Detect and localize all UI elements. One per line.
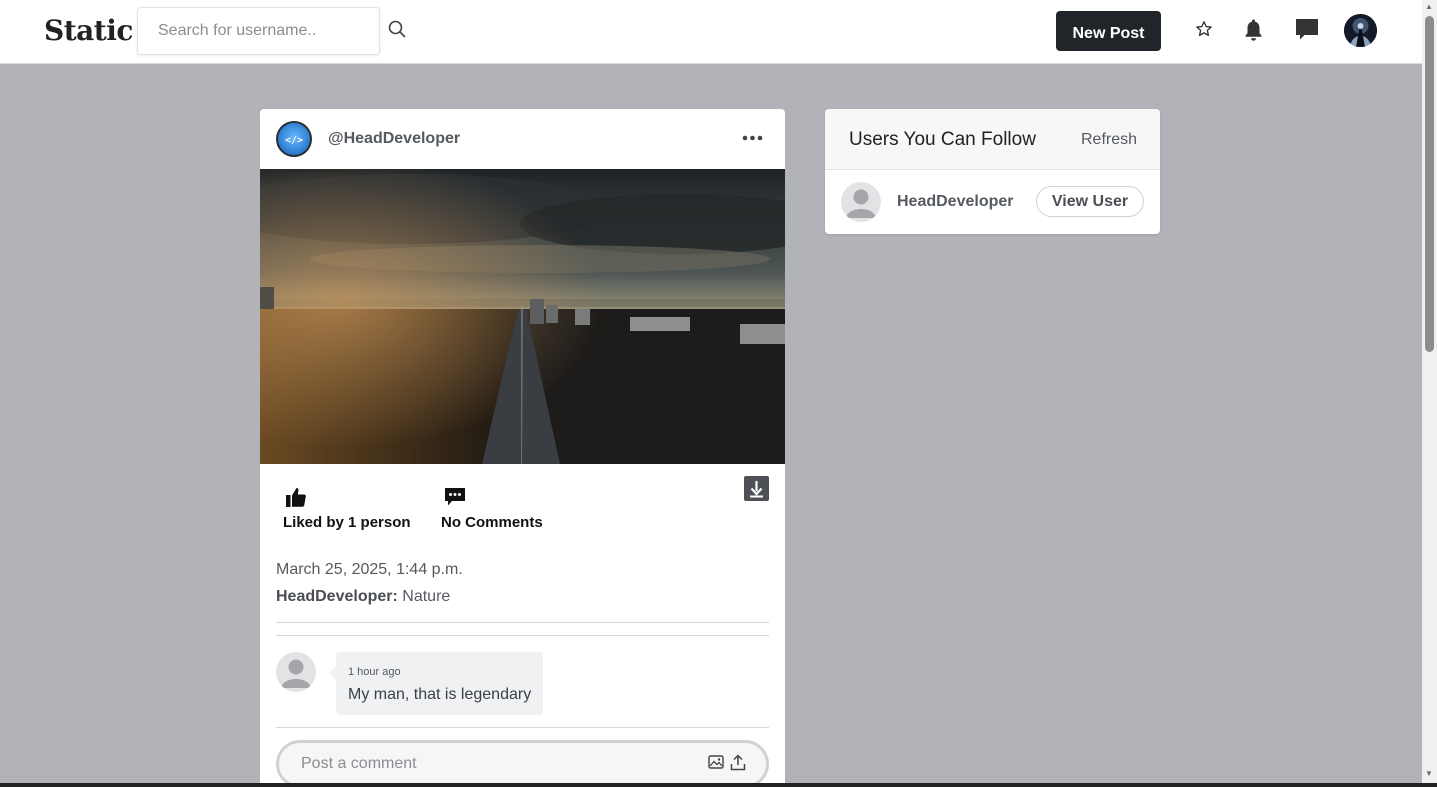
commenter-avatar[interactable] — [276, 652, 316, 692]
follow-panel-header: Users You Can Follow Refresh — [825, 109, 1160, 170]
refresh-button[interactable]: Refresh — [1081, 131, 1137, 149]
comment-time: 1 hour ago — [348, 666, 401, 678]
post-image[interactable] — [260, 169, 785, 464]
download-icon — [750, 481, 763, 498]
divider — [276, 622, 769, 623]
comment-icon[interactable] — [444, 487, 466, 507]
search-icon[interactable] — [387, 19, 407, 39]
user-avatar[interactable] — [1344, 14, 1377, 47]
comment-input[interactable] — [276, 740, 769, 787]
scroll-down-arrow[interactable]: ▼ — [1425, 769, 1433, 778]
new-post-button[interactable]: New Post — [1056, 11, 1161, 51]
post-caption: HeadDeveloper: Nature — [276, 588, 450, 606]
likes-count-label[interactable]: Liked by 1 person — [283, 514, 411, 531]
scroll-up-arrow[interactable]: ▲ — [1425, 2, 1433, 11]
post-date: March 25, 2025, 1:44 p.m. — [276, 561, 463, 578]
suggested-user-name[interactable]: HeadDeveloper — [897, 193, 1014, 211]
divider — [276, 635, 769, 636]
comments-count-label[interactable]: No Comments — [441, 514, 543, 531]
follow-suggestions-panel: Users You Can Follow Refresh HeadDevelop… — [825, 109, 1160, 234]
chat-icon[interactable] — [1294, 17, 1320, 43]
download-button[interactable] — [744, 476, 769, 501]
caption-author[interactable]: HeadDeveloper: — [276, 588, 398, 605]
bell-icon[interactable] — [1243, 18, 1264, 42]
taskbar-strip — [0, 783, 1437, 787]
caption-text: Nature — [397, 588, 451, 605]
brand-logo[interactable]: Static — [44, 14, 133, 47]
view-user-button[interactable]: View User — [1036, 186, 1144, 217]
upload-icon[interactable] — [730, 754, 746, 771]
like-icon[interactable] — [285, 486, 307, 508]
scrollbar-thumb[interactable] — [1425, 16, 1434, 352]
divider — [276, 727, 769, 728]
top-navbar: Static New Post — [0, 0, 1422, 64]
image-upload-icon[interactable] — [708, 754, 724, 770]
search-input[interactable] — [137, 7, 380, 55]
follow-panel-title: Users You Can Follow — [849, 129, 1036, 150]
star-icon[interactable] — [1195, 20, 1213, 38]
more-options-icon[interactable] — [742, 135, 763, 141]
svg-text:</>: </> — [285, 135, 303, 146]
post-card: </> @HeadDeveloper Liked by 1 person No … — [260, 109, 785, 787]
suggested-user-avatar[interactable] — [841, 182, 881, 222]
comment-text: My man, that is legendary — [348, 686, 532, 703]
post-author-username[interactable]: @HeadDeveloper — [328, 130, 460, 148]
comment-bubble: 1 hour ago My man, that is legendary — [329, 652, 543, 715]
post-author-avatar[interactable]: </> — [276, 121, 312, 157]
